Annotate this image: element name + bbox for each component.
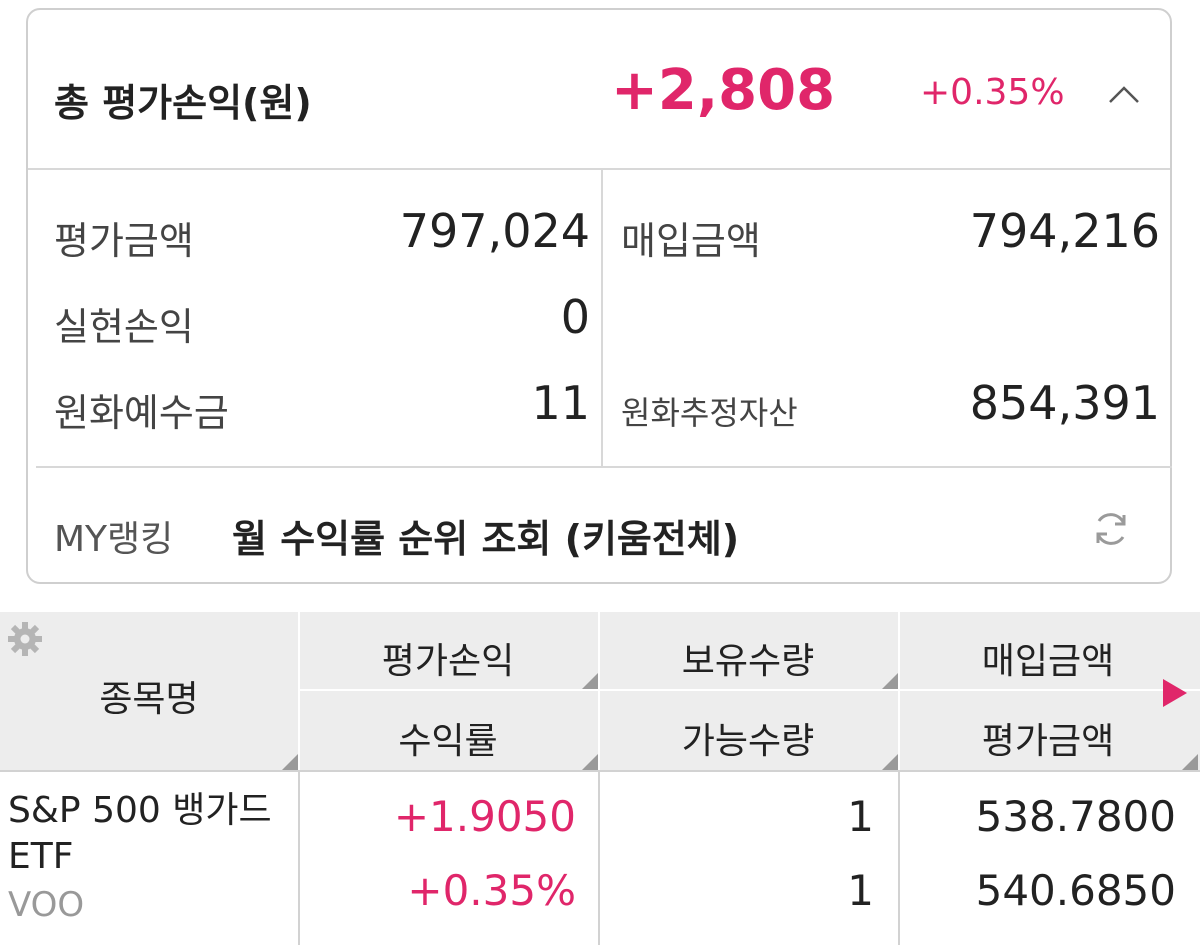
header-purchase-amount[interactable]: 매입금액	[898, 632, 1198, 684]
my-ranking-label: MY랭킹	[54, 519, 174, 560]
header-available-qty[interactable]: 가능수량	[598, 712, 898, 764]
row-purchase-amount: 538.7800	[975, 792, 1176, 841]
row-divider	[0, 770, 1200, 772]
chevron-up-icon[interactable]	[1106, 76, 1142, 112]
total-pnl-value: +2,808	[611, 58, 836, 123]
header-stock-name[interactable]: 종목명	[0, 670, 298, 722]
sort-corner-icon	[582, 754, 598, 770]
sort-corner-icon	[882, 754, 898, 770]
krw-deposit-label: 원화예수금	[54, 391, 229, 435]
header-col-divider	[298, 612, 300, 770]
header-col-divider	[898, 612, 900, 770]
scroll-right-arrow-icon[interactable]	[1163, 679, 1187, 707]
header-pnl[interactable]: 평가손익	[298, 632, 598, 684]
krw-est-assets-label: 원화추정자산	[621, 394, 798, 432]
header-col-divider	[598, 612, 600, 770]
sort-corner-icon	[582, 673, 598, 689]
realized-pnl-value: 0	[560, 290, 590, 344]
monthly-ranking-link[interactable]: 월 수익률 순위 조회 (키움전체)	[232, 508, 739, 563]
row-rate: +0.35%	[407, 866, 576, 915]
summary-header[interactable]: 총 평가손익(원) +2,808 +0.35%	[28, 10, 1170, 170]
purchase-amount-value: 794,216	[969, 204, 1160, 258]
eval-amount-label: 평가금액	[54, 219, 194, 263]
header-holding-qty[interactable]: 보유수량	[598, 632, 898, 684]
table-header: 종목명 평가손익 수익률 보유수량 가능수량 매입금액 평가금액	[0, 612, 1200, 770]
row-available-qty: 1	[847, 866, 874, 915]
stock-code: VOO	[8, 885, 85, 925]
row-eval-amount: 540.6850	[975, 866, 1176, 915]
gear-icon[interactable]	[6, 620, 44, 658]
krw-deposit-value: 11	[531, 376, 590, 430]
sort-corner-icon	[282, 754, 298, 770]
header-rate[interactable]: 수익률	[298, 712, 598, 764]
header-eval-amount[interactable]: 평가금액	[898, 712, 1198, 764]
stock-name: S&P 500 뱅가드 ETF	[8, 790, 272, 877]
account-summary-card: 총 평가손익(원) +2,808 +0.35% 평가금액 797,024 매입금…	[26, 8, 1172, 584]
purchase-amount-label: 매입금액	[621, 219, 761, 263]
header-row-divider	[298, 689, 1200, 691]
summary-title: 총 평가손익(원)	[54, 81, 312, 125]
section-divider	[36, 466, 1172, 468]
sort-corner-icon	[882, 673, 898, 689]
krw-est-assets-value: 854,391	[969, 376, 1160, 430]
refresh-icon[interactable]	[1090, 508, 1132, 550]
realized-pnl-label: 실현손익	[54, 305, 194, 349]
eval-amount-value: 797,024	[399, 204, 590, 258]
total-rate-value: +0.35%	[920, 72, 1065, 113]
row-holding-qty: 1	[847, 792, 874, 841]
sort-corner-icon	[1182, 754, 1198, 770]
column-divider	[601, 170, 603, 466]
row-pnl: +1.9050	[393, 792, 576, 841]
